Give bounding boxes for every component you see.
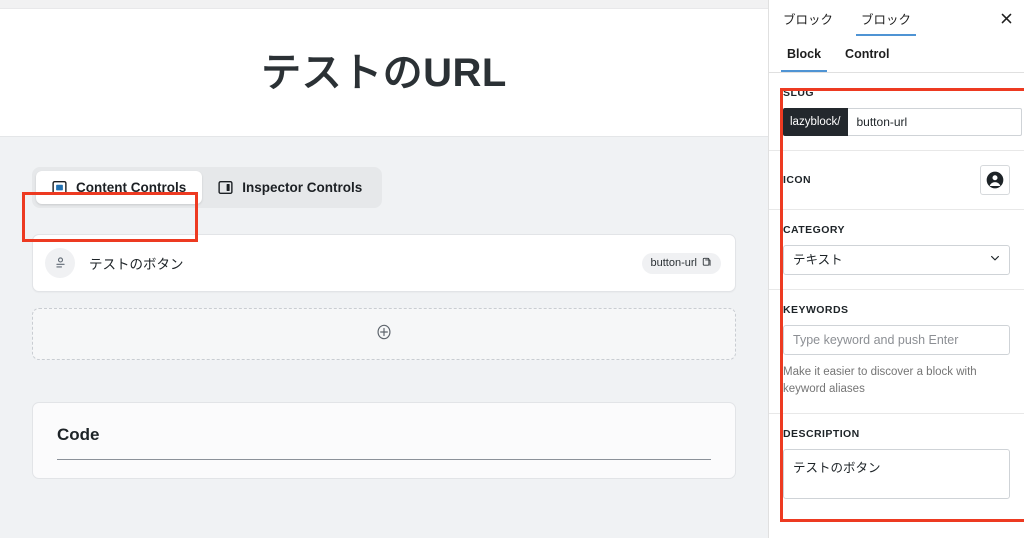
tab-inspector-controls[interactable]: Inspector Controls xyxy=(202,171,378,204)
settings-sidebar: ブロック ブロック Block Control SLUG lazyblock/ xyxy=(768,0,1024,538)
tab-content-controls[interactable]: Content Controls xyxy=(36,171,203,204)
slug-prefix: lazyblock/ xyxy=(783,108,848,136)
keywords-input[interactable] xyxy=(783,325,1010,355)
close-icon[interactable] xyxy=(988,0,1024,36)
slug-section: SLUG lazyblock/ xyxy=(769,73,1024,151)
keywords-label: KEYWORDS xyxy=(783,304,849,316)
slug-label: SLUG xyxy=(783,87,814,99)
tab-control[interactable]: Control xyxy=(833,36,901,72)
category-section: CATEGORY テキスト xyxy=(769,210,1024,290)
sidebar-header: ブロック ブロック xyxy=(769,0,1024,36)
controls-tab-group: Content Controls Inspector Controls xyxy=(32,167,736,208)
description-textarea[interactable] xyxy=(783,448,1010,499)
slug-input[interactable] xyxy=(847,108,1022,136)
tab-block[interactable]: Block xyxy=(775,36,833,72)
control-row-badge[interactable]: button-url xyxy=(641,252,721,274)
screen-root: テストのURL Content Controls Inspector Contr… xyxy=(0,0,1024,538)
controls-tab-switcher: Content Controls Inspector Controls xyxy=(32,167,383,208)
description-label: DESCRIPTION xyxy=(783,427,860,440)
slug-field-row: lazyblock/ xyxy=(783,108,1022,136)
icon-section: ICON xyxy=(769,151,1024,210)
tab-inspector-controls-label: Inspector Controls xyxy=(242,180,363,195)
account-circle-icon[interactable] xyxy=(980,165,1010,195)
content-controls-icon xyxy=(52,180,67,195)
description-section: DESCRIPTION xyxy=(769,414,1024,518)
tab-content-controls-label: Content Controls xyxy=(76,180,187,195)
title-area: テストのURL xyxy=(0,9,768,137)
code-section-title: Code xyxy=(57,425,100,444)
category-select-wrap: テキスト xyxy=(783,245,1010,275)
plus-circle-icon xyxy=(375,323,393,346)
top-strip xyxy=(0,0,768,9)
sidebar-header-tab-2[interactable]: ブロック xyxy=(847,0,925,36)
editor-area: テストのURL Content Controls Inspector Contr… xyxy=(0,0,768,538)
category-label: CATEGORY xyxy=(783,224,845,236)
control-row[interactable]: テストのボタン button-url xyxy=(32,234,736,292)
control-row-label: テストのボタン xyxy=(89,257,184,272)
page-title: テストのURL xyxy=(261,50,507,95)
inspector-controls-icon xyxy=(218,180,233,195)
keywords-help-text: Make it easier to discover a block with … xyxy=(783,366,977,396)
button-control-icon xyxy=(45,248,75,278)
code-section: Code xyxy=(32,402,736,479)
sidebar-header-tab-1[interactable]: ブロック xyxy=(769,0,847,36)
icon-label: ICON xyxy=(783,174,812,186)
category-select[interactable]: テキスト xyxy=(783,245,1010,275)
copy-icon[interactable] xyxy=(702,257,712,270)
editor-body: Content Controls Inspector Controls テストの… xyxy=(0,137,768,479)
keywords-section: KEYWORDS Make it easier to discover a bl… xyxy=(769,290,1024,414)
code-section-divider xyxy=(57,459,711,460)
tab-block-label: Block xyxy=(787,47,822,61)
add-control-button[interactable] xyxy=(32,308,736,360)
control-row-badge-label: button-url xyxy=(650,257,697,269)
sidebar-header-tab-2-label: ブロック xyxy=(861,12,912,27)
tab-control-label: Control xyxy=(845,47,890,61)
sidebar-subtabs: Block Control xyxy=(769,36,1024,73)
sidebar-header-tab-1-label: ブロック xyxy=(783,12,834,27)
